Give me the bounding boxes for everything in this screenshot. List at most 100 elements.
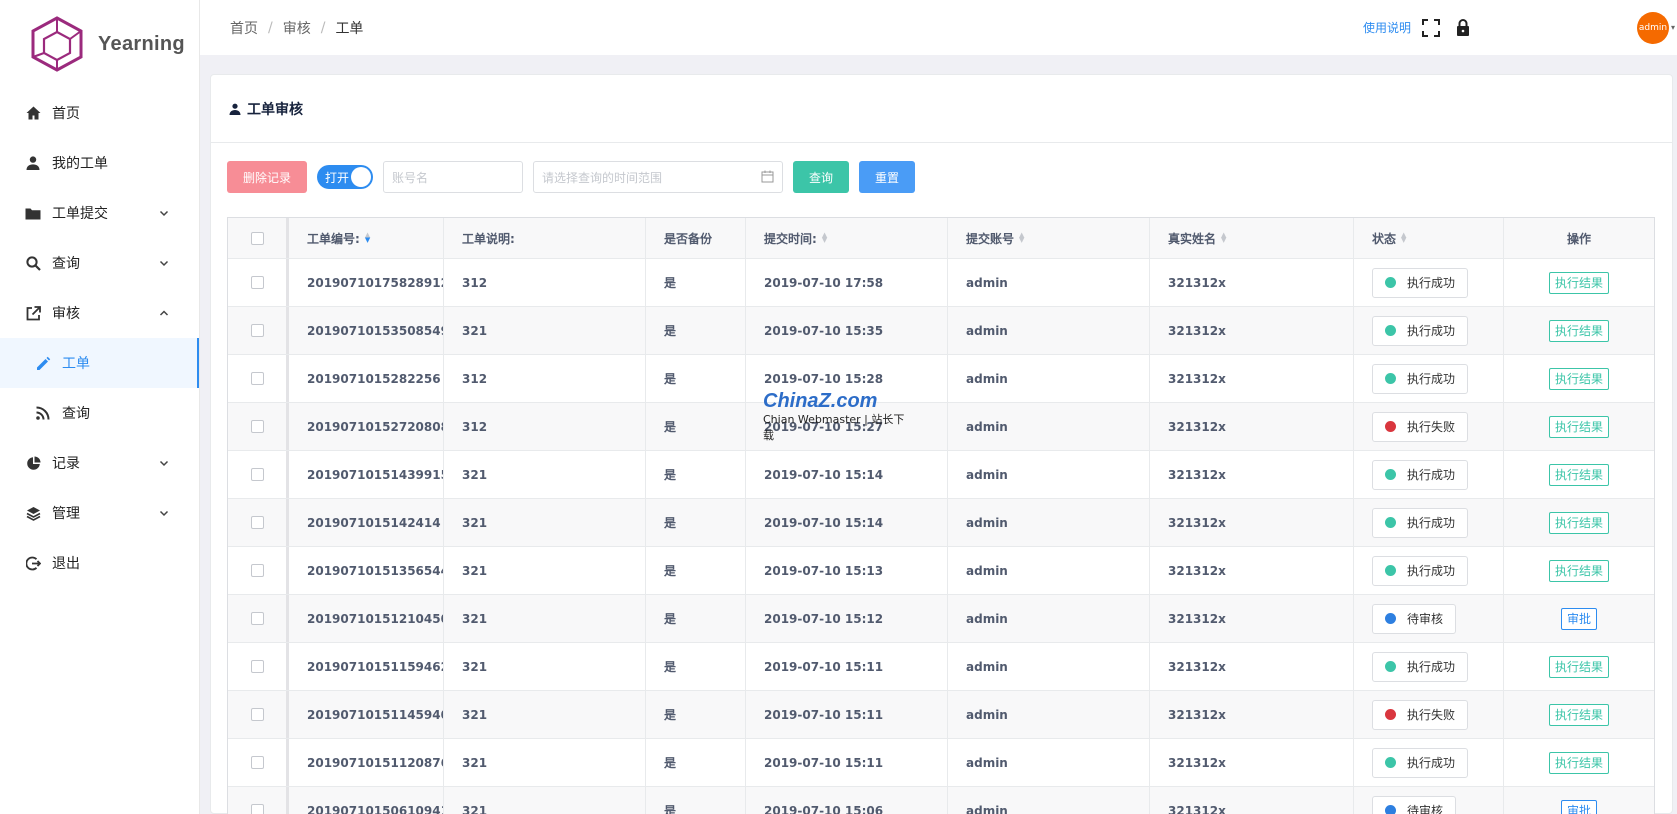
chevron-down-icon: [159, 458, 169, 468]
submit-time-cell: 2019-07-10 15:35: [746, 307, 948, 354]
toggle-switch[interactable]: 打开: [317, 165, 373, 189]
status-badge: 执行成功: [1372, 459, 1469, 490]
account-cell: admin: [948, 355, 1150, 402]
view-result-button[interactable]: 执行结果: [1548, 751, 1609, 774]
delete-records-button[interactable]: 删除记录: [227, 161, 307, 193]
account-cell: admin: [948, 739, 1150, 786]
action-cell: 审批: [1504, 595, 1654, 642]
avatar[interactable]: admin: [1636, 11, 1669, 44]
row-checkbox[interactable]: [250, 612, 264, 625]
row-checkbox[interactable]: [250, 660, 264, 673]
status-badge: 执行成功: [1372, 315, 1469, 346]
row-checkbox[interactable]: [250, 564, 264, 577]
status-cell: 执行成功: [1354, 451, 1504, 498]
caret-down-icon[interactable]: ▾: [1671, 23, 1675, 32]
row-checkbox[interactable]: [250, 372, 264, 385]
sort-icon[interactable]: ▲ ▼: [822, 232, 827, 244]
view-result-button[interactable]: 执行结果: [1548, 319, 1609, 342]
sidebar-item-4[interactable]: 审核: [0, 288, 199, 338]
row-checkbox[interactable]: [250, 420, 264, 433]
status-text: 执行失败: [1407, 420, 1456, 434]
col-real-name[interactable]: 真实姓名 ▲ ▼: [1150, 218, 1354, 258]
lock-icon[interactable]: [1453, 18, 1473, 38]
row-checkbox[interactable]: [250, 804, 264, 814]
help-link[interactable]: 使用说明: [1363, 19, 1411, 36]
col-status[interactable]: 状态 ▲ ▼: [1354, 218, 1504, 258]
col-description: 工单说明:: [444, 218, 646, 258]
filter-toolbar: 删除记录 打开 账号名 请选择查询的时间范围 查询 重置: [227, 161, 915, 193]
reset-button[interactable]: 重置: [859, 161, 915, 193]
sidebar-item-1[interactable]: 我的工单: [0, 138, 199, 188]
col-submit-time-label: 提交时间:: [764, 231, 817, 246]
select-all-checkbox[interactable]: [250, 231, 264, 245]
view-result-button[interactable]: 执行结果: [1548, 655, 1609, 678]
sidebar-item-2[interactable]: 工单提交: [0, 188, 199, 238]
row-checkbox[interactable]: [250, 708, 264, 721]
sort-icon[interactable]: ▲ ▼: [1019, 232, 1024, 244]
col-action: 操作: [1504, 218, 1654, 258]
action-cell: 执行结果: [1504, 547, 1654, 594]
sidebar-item-label: 首页: [52, 106, 80, 122]
approve-button[interactable]: 审批: [1560, 607, 1597, 630]
home-icon: [24, 104, 42, 122]
account-cell: admin: [948, 403, 1150, 450]
sidebar-item-6[interactable]: 查询: [0, 388, 199, 438]
logo[interactable]: Yearning: [0, 0, 199, 88]
row-checkbox[interactable]: [250, 516, 264, 529]
sort-icon[interactable]: ▲ ▼: [1401, 232, 1406, 244]
watermark: ChinaZ.com Chian Webmaster | 站长下载: [763, 390, 913, 443]
chevron-down-icon: [159, 258, 169, 268]
real-name-cell: 321312x: [1150, 547, 1354, 594]
view-result-button[interactable]: 执行结果: [1548, 367, 1609, 390]
description-cell: 321: [444, 691, 646, 738]
backup-cell: 是: [646, 691, 746, 738]
order-id-cell: 20190710151120876: [289, 739, 444, 786]
row-checkbox[interactable]: [250, 276, 264, 289]
sidebar-item-3[interactable]: 查询: [0, 238, 199, 288]
sort-icon[interactable]: ▲ ▼: [365, 232, 370, 244]
sidebar-item-5[interactable]: 工单: [0, 338, 199, 388]
approve-button[interactable]: 审批: [1560, 799, 1597, 814]
account-cell: admin: [948, 259, 1150, 306]
breadcrumb-home[interactable]: 首页: [230, 18, 258, 38]
sidebar-item-7[interactable]: 记录: [0, 438, 199, 488]
sidebar-item-0[interactable]: 首页: [0, 88, 199, 138]
row-select-cell: [228, 691, 289, 738]
view-result-button[interactable]: 执行结果: [1548, 271, 1609, 294]
account-input[interactable]: 账号名: [383, 161, 523, 193]
breadcrumb-current: 工单: [335, 20, 364, 37]
submit-time-cell: 2019-07-10 15:14: [746, 451, 948, 498]
status-text: 执行成功: [1407, 468, 1456, 482]
sidebar-item-label: 工单: [62, 356, 90, 372]
status-badge: 执行成功: [1372, 363, 1469, 394]
account-cell: admin: [948, 691, 1150, 738]
card-title-text: 工单审核: [247, 101, 303, 118]
real-name-cell: 321312x: [1150, 307, 1354, 354]
col-account[interactable]: 提交账号 ▲ ▼: [948, 218, 1150, 258]
view-result-button[interactable]: 执行结果: [1548, 703, 1609, 726]
col-submit-time[interactable]: 提交时间: ▲ ▼: [746, 218, 948, 258]
status-text: 执行成功: [1407, 276, 1456, 290]
fullscreen-icon[interactable]: [1421, 18, 1441, 38]
row-checkbox[interactable]: [250, 324, 264, 337]
view-result-button[interactable]: 执行结果: [1548, 415, 1609, 438]
switch-label: 打开: [325, 170, 350, 185]
row-checkbox[interactable]: [250, 756, 264, 769]
description-cell: 321: [444, 547, 646, 594]
col-order-id[interactable]: 工单编号: ▲ ▼: [289, 218, 444, 258]
sort-icon[interactable]: ▲ ▼: [1221, 232, 1226, 244]
table-row: 2019071015282256 312 是 2019-07-10 15:28 admi…: [228, 355, 1654, 403]
view-result-button[interactable]: 执行结果: [1548, 463, 1609, 486]
date-range-input[interactable]: 请选择查询的时间范围: [533, 161, 783, 193]
row-checkbox[interactable]: [250, 468, 264, 481]
status-text: 执行成功: [1407, 660, 1456, 674]
query-button[interactable]: 查询: [793, 161, 849, 193]
backup-cell: 是: [646, 787, 746, 814]
sidebar-item-9[interactable]: 退出: [0, 538, 199, 588]
status-cell: 执行成功: [1354, 259, 1504, 306]
view-result-button[interactable]: 执行结果: [1548, 559, 1609, 582]
sidebar-item-8[interactable]: 管理: [0, 488, 199, 538]
view-result-button[interactable]: 执行结果: [1548, 511, 1609, 534]
breadcrumb-audit[interactable]: 审核: [283, 18, 311, 38]
submit-time-cell: 2019-07-10 15:11: [746, 691, 948, 738]
